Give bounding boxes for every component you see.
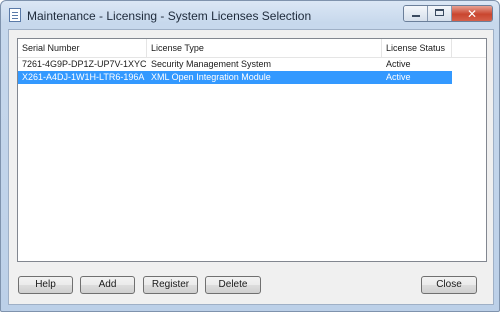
- document-icon: [9, 8, 21, 22]
- close-icon: ✕: [466, 6, 478, 21]
- license-type-cell: Security Management System: [151, 59, 272, 69]
- maximize-button[interactable]: [428, 6, 452, 21]
- delete-button[interactable]: Delete: [205, 276, 261, 294]
- license-status-cell: Active: [386, 59, 411, 69]
- dialog-window: Maintenance - Licensing - System License…: [0, 0, 500, 312]
- close-window-button[interactable]: ✕: [452, 6, 492, 21]
- window-title: Maintenance - Licensing - System License…: [27, 9, 312, 23]
- serial-number-cell: 7261-4G9P-DP1Z-UP7V-1XYC: [22, 59, 147, 69]
- title-bar[interactable]: Maintenance - Licensing - System License…: [1, 1, 499, 29]
- column-header-serial-number[interactable]: Serial Number: [18, 39, 147, 57]
- column-header-license-type[interactable]: License Type: [147, 39, 382, 57]
- list-header: Serial Number License Type License Statu…: [18, 39, 486, 58]
- dialog-body: Serial Number License Type License Statu…: [8, 29, 494, 305]
- table-row-selected[interactable]: X261-A4DJ-1W1H-LTR6-196A XML Open Integr…: [18, 71, 452, 84]
- licenses-list[interactable]: Serial Number License Type License Statu…: [17, 38, 487, 262]
- license-type-cell: XML Open Integration Module: [151, 72, 271, 82]
- maximize-icon: [435, 9, 444, 16]
- minimize-button[interactable]: [404, 6, 428, 21]
- help-button[interactable]: Help: [18, 276, 73, 294]
- close-button[interactable]: Close: [421, 276, 477, 294]
- add-button[interactable]: Add: [80, 276, 135, 294]
- column-header-license-status[interactable]: License Status: [382, 39, 452, 57]
- serial-number-cell: X261-A4DJ-1W1H-LTR6-196A: [22, 72, 145, 82]
- window-controls: ✕: [403, 5, 493, 22]
- table-row[interactable]: 7261-4G9P-DP1Z-UP7V-1XYC Security Manage…: [18, 58, 452, 71]
- license-status-cell: Active: [386, 72, 411, 82]
- register-button[interactable]: Register: [143, 276, 198, 294]
- minimize-icon: [412, 15, 420, 17]
